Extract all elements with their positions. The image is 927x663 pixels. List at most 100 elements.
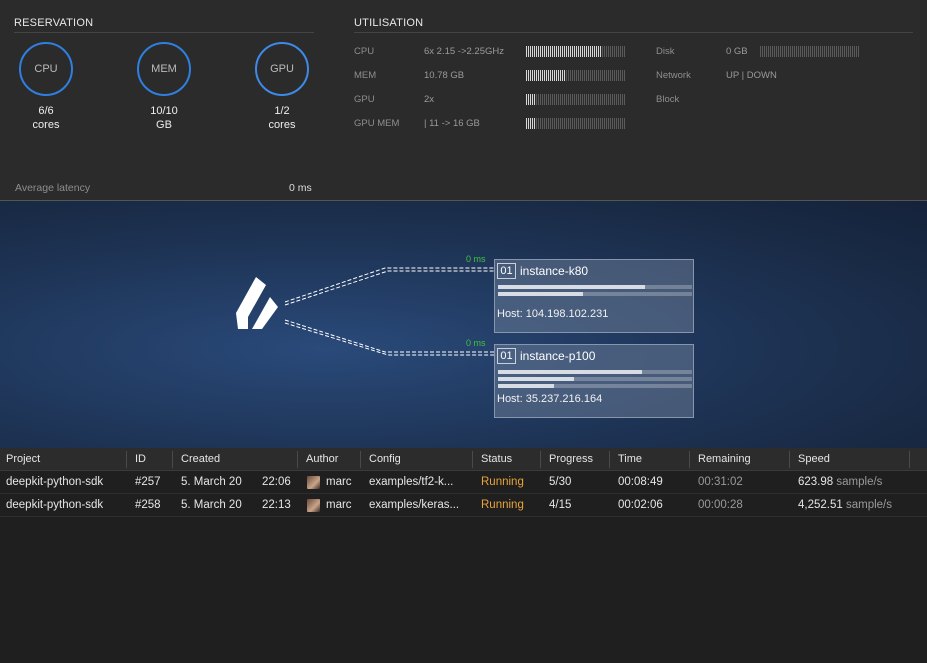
util-bar-gpu <box>526 94 625 105</box>
util-tick <box>614 70 615 81</box>
util-tick <box>560 46 561 57</box>
util-tick <box>564 46 565 57</box>
util-tick <box>620 46 621 57</box>
util-tick <box>584 46 585 57</box>
column-separator[interactable] <box>609 451 610 468</box>
instance-node-k80[interactable]: 01 instance-k80 Host: 104.198.102.231 <box>494 259 694 333</box>
util-tick <box>572 70 573 81</box>
util-tick <box>774 46 775 57</box>
deepkit-logo-icon <box>236 277 278 329</box>
util-tick <box>842 46 843 57</box>
cell-remaining: 00:31:02 <box>698 476 743 488</box>
cell-time: 00:08:49 <box>618 476 663 488</box>
util-tick <box>852 46 853 57</box>
column-time[interactable]: Time <box>618 453 642 465</box>
instance-usage-bar <box>498 292 692 296</box>
util-tick <box>560 118 561 129</box>
util-label-mem: MEM <box>354 70 377 81</box>
cell-created-date: 5. March 20 <box>181 499 242 511</box>
util-tick <box>622 94 623 105</box>
util-tick <box>850 46 851 57</box>
instance-name: instance-p100 <box>520 349 596 363</box>
column-separator[interactable] <box>540 451 541 468</box>
cell-status: Running <box>481 476 524 488</box>
column-status[interactable]: Status <box>481 453 512 465</box>
experiments-table: Project ID Created Author Config Status … <box>0 448 927 663</box>
column-created[interactable]: Created <box>181 453 220 465</box>
gauge-label: MEM <box>151 63 177 75</box>
util-tick <box>612 70 613 81</box>
util-tick <box>574 70 575 81</box>
util-tick <box>812 46 813 57</box>
util-tick <box>624 118 625 129</box>
column-separator[interactable] <box>297 451 298 468</box>
column-separator[interactable] <box>689 451 690 468</box>
util-tick <box>618 94 619 105</box>
column-config[interactable]: Config <box>369 453 401 465</box>
util-tick <box>782 46 783 57</box>
util-tick <box>770 46 771 57</box>
util-tick <box>820 46 821 57</box>
column-id[interactable]: ID <box>135 453 146 465</box>
table-row[interactable]: deepkit-python-sdk #258 5. March 20 22:1… <box>0 494 927 517</box>
util-bar-cpu <box>526 46 625 57</box>
util-tick <box>540 70 541 81</box>
column-remaining[interactable]: Remaining <box>698 453 751 465</box>
util-bar-disk <box>760 46 859 57</box>
util-tick <box>816 46 817 57</box>
column-separator[interactable] <box>909 451 910 468</box>
column-separator[interactable] <box>789 451 790 468</box>
util-tick <box>584 94 585 105</box>
util-tick <box>622 46 623 57</box>
util-tick <box>610 94 611 105</box>
instance-usage-bar <box>498 384 692 388</box>
util-tick <box>548 70 549 81</box>
util-tick <box>528 46 529 57</box>
column-separator[interactable] <box>360 451 361 468</box>
util-label-network: Network <box>656 70 691 81</box>
cell-created-time: 22:13 <box>262 499 291 511</box>
column-progress[interactable]: Progress <box>549 453 593 465</box>
util-tick <box>544 118 545 129</box>
util-tick <box>572 46 573 57</box>
util-tick <box>786 46 787 57</box>
util-tick <box>558 94 559 105</box>
util-tick <box>554 70 555 81</box>
util-tick <box>806 46 807 57</box>
table-row[interactable]: deepkit-python-sdk #257 5. March 20 22:0… <box>0 471 927 494</box>
util-tick <box>580 46 581 57</box>
util-tick <box>544 46 545 57</box>
instance-name: instance-k80 <box>520 264 589 278</box>
cell-speed: 4,252.51 sample/s <box>798 499 892 511</box>
average-latency-value: 0 ms <box>289 182 312 194</box>
util-tick <box>572 118 573 129</box>
util-tick <box>762 46 763 57</box>
column-separator[interactable] <box>172 451 173 468</box>
util-tick <box>616 46 617 57</box>
util-tick <box>542 70 543 81</box>
util-tick <box>834 46 835 57</box>
util-tick <box>586 118 587 129</box>
instance-node-p100[interactable]: 01 instance-p100 Host: 35.237.216.164 <box>494 344 694 418</box>
util-tick <box>588 70 589 81</box>
util-tick <box>552 94 553 105</box>
util-tick <box>528 118 529 129</box>
instance-host: Host: 35.237.216.164 <box>497 393 603 405</box>
util-tick <box>594 70 595 81</box>
column-separator[interactable] <box>472 451 473 468</box>
util-tick <box>546 70 547 81</box>
cluster-diagram: 0 ms 0 ms 01 instance-k80 Host: 104.198.… <box>0 200 927 448</box>
usage-fill <box>498 285 646 289</box>
column-project[interactable]: Project <box>6 453 40 465</box>
column-separator[interactable] <box>126 451 127 468</box>
util-tick <box>560 94 561 105</box>
util-tick <box>544 94 545 105</box>
divider <box>354 32 913 33</box>
connection-p100 <box>284 319 494 356</box>
util-label-cpu: CPU <box>354 46 375 57</box>
util-tick <box>844 46 845 57</box>
util-tick <box>608 118 609 129</box>
column-speed[interactable]: Speed <box>798 453 830 465</box>
util-tick <box>548 94 549 105</box>
column-author[interactable]: Author <box>306 453 338 465</box>
